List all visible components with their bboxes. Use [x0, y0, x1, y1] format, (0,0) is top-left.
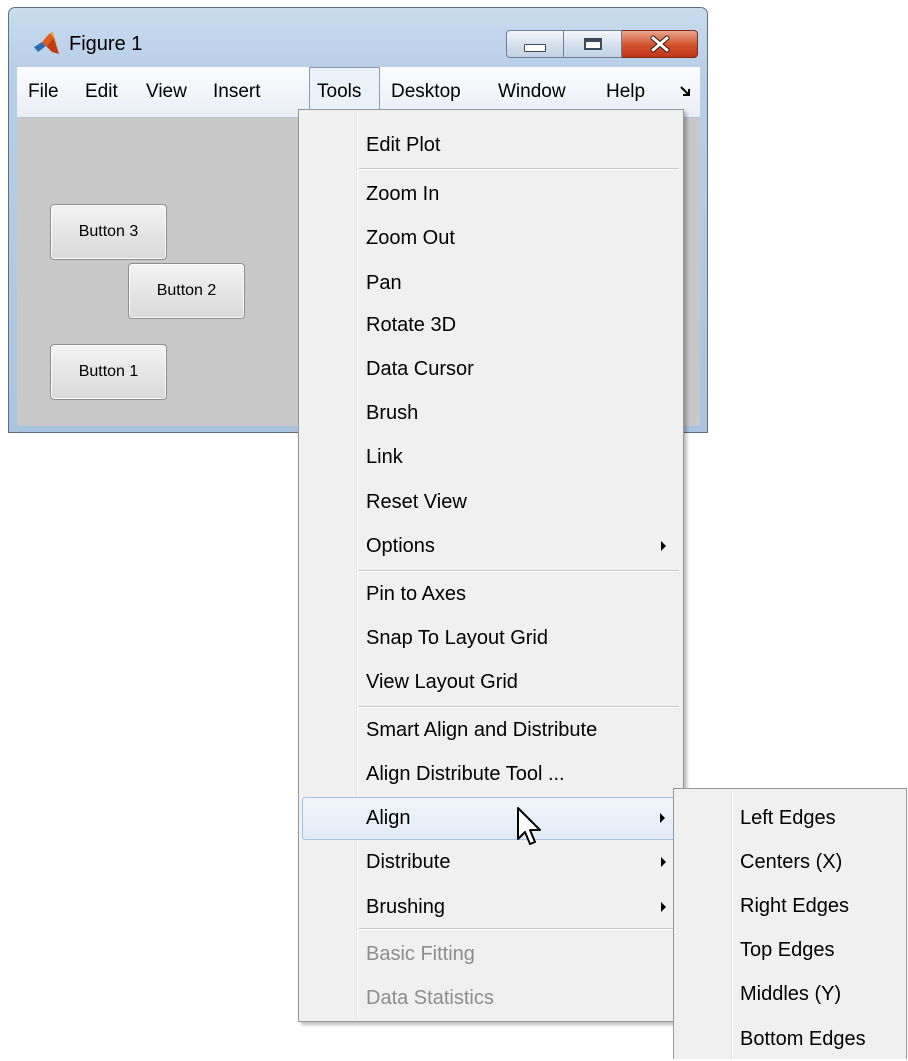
menu-item-view-layout-grid[interactable]: View Layout Grid	[302, 661, 680, 704]
menu-insert[interactable]: Insert	[206, 67, 268, 117]
menu-item-link[interactable]: Link	[302, 436, 680, 479]
submenu-item-left-edges[interactable]: Left Edges	[677, 796, 903, 840]
submenu-item-middles-y[interactable]: Middles (Y)	[677, 972, 903, 1016]
menu-view[interactable]: View	[139, 67, 194, 117]
align-submenu: Left Edges Centers (X) Right Edges Top E…	[673, 788, 907, 1059]
menu-edit[interactable]: Edit	[78, 67, 125, 117]
menu-item-label: Brushing	[366, 896, 445, 918]
menu-separator	[359, 928, 679, 930]
submenu-item-centers-x[interactable]: Centers (X)	[677, 840, 903, 884]
minimize-button[interactable]	[506, 30, 564, 58]
window-title: Figure 1	[69, 33, 143, 55]
menu-item-snap-to-layout-grid[interactable]: Snap To Layout Grid	[302, 617, 680, 660]
menu-item-brush[interactable]: Brush	[302, 392, 680, 435]
submenu-arrow-icon	[661, 541, 666, 551]
menu-item-reset-view[interactable]: Reset View	[302, 481, 680, 524]
submenu-arrow-icon	[660, 813, 665, 823]
menu-separator	[359, 168, 679, 170]
submenu-arrow-icon	[661, 857, 666, 867]
menu-item-smart-align-and-distribute[interactable]: Smart Align and Distribute	[302, 709, 680, 752]
matlab-logo-icon	[34, 32, 59, 54]
mouse-pointer-icon	[517, 807, 541, 845]
menu-item-rotate-3d[interactable]: Rotate 3D	[302, 304, 680, 347]
close-icon	[650, 35, 669, 53]
submenu-item-bottom-edges[interactable]: Bottom Edges	[677, 1017, 903, 1061]
menu-item-label: Options	[366, 535, 435, 557]
menu-item-basic-fitting: Basic Fitting	[366, 943, 475, 965]
menu-item-zoom-out[interactable]: Zoom Out	[302, 217, 680, 260]
menu-item-zoom-in[interactable]: Zoom In	[302, 173, 680, 216]
menu-item-pan[interactable]: Pan	[302, 262, 680, 305]
submenu-item-right-edges[interactable]: Right Edges	[677, 884, 903, 928]
button-1[interactable]: Button 1	[50, 344, 167, 400]
menu-item-options[interactable]: Options	[302, 525, 680, 568]
menu-item-label: Align	[366, 807, 411, 829]
menu-item-data-statistics: Data Statistics	[366, 987, 494, 1009]
maximize-icon	[583, 38, 602, 50]
menu-item-pin-to-axes[interactable]: Pin to Axes	[302, 573, 680, 616]
button-3[interactable]: Button 3	[50, 204, 167, 260]
menu-item-label: Distribute	[366, 851, 451, 873]
button-2[interactable]: Button 2	[128, 263, 245, 319]
dock-arrow-icon[interactable]	[679, 85, 693, 99]
submenu-item-top-edges[interactable]: Top Edges	[677, 928, 903, 972]
maximize-button[interactable]	[564, 30, 622, 58]
menu-item-distribute[interactable]: Distribute	[302, 841, 680, 884]
title-bar[interactable]: Figure 1	[9, 8, 707, 66]
minimize-icon	[524, 44, 546, 52]
menu-item-align-distribute-tool[interactable]: Align Distribute Tool ...	[302, 753, 680, 796]
menu-separator	[359, 706, 679, 708]
tools-dropdown-menu: Edit Plot Zoom In Zoom Out Pan Rotate 3D…	[298, 109, 684, 1022]
submenu-arrow-icon	[661, 902, 666, 912]
menu-item-edit-plot[interactable]: Edit Plot	[302, 124, 680, 167]
menu-item-brushing[interactable]: Brushing	[302, 886, 680, 929]
menu-item-data-cursor[interactable]: Data Cursor	[302, 348, 680, 391]
close-button[interactable]	[622, 30, 698, 58]
menu-item-align[interactable]: Align	[302, 797, 680, 840]
menu-file[interactable]: File	[21, 67, 66, 117]
menu-separator	[359, 570, 679, 572]
